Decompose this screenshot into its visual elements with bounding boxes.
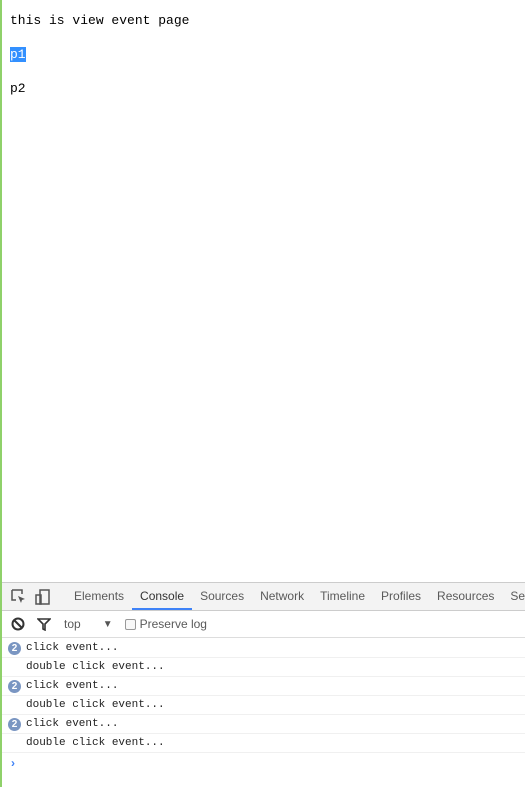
message-text: double click event... bbox=[26, 661, 165, 673]
page-heading: this is view event page bbox=[10, 13, 190, 28]
inspect-element-icon[interactable] bbox=[11, 589, 26, 605]
repeat-count-badge: 2 bbox=[8, 642, 21, 655]
device-mode-icon[interactable] bbox=[35, 588, 50, 605]
paragraph-p2[interactable]: p2 bbox=[10, 80, 189, 97]
tab-network[interactable]: Network bbox=[252, 583, 312, 610]
message-text: click event... bbox=[26, 680, 119, 692]
message-text: double click event... bbox=[26, 737, 165, 749]
console-message: double click event... bbox=[2, 734, 525, 753]
paragraph-p1[interactable]: p1 bbox=[10, 46, 189, 63]
tab-profiles[interactable]: Profiles bbox=[373, 583, 429, 610]
console-message: 2 click event... bbox=[2, 677, 525, 696]
tab-resources[interactable]: Resources bbox=[429, 583, 502, 610]
tab-sources[interactable]: Sources bbox=[192, 583, 252, 610]
tab-elements[interactable]: Elements bbox=[66, 583, 132, 610]
console-message: 2 click event... bbox=[2, 639, 525, 658]
devtools-tab-bar: Elements Console Sources Network Timelin… bbox=[2, 583, 525, 611]
repeat-count-badge: 2 bbox=[8, 718, 21, 731]
message-text: click event... bbox=[26, 718, 119, 730]
tab-timeline[interactable]: Timeline bbox=[312, 583, 373, 610]
filter-icon[interactable] bbox=[36, 616, 52, 632]
chevron-down-icon[interactable]: ▼ bbox=[103, 619, 113, 630]
console-message: double click event... bbox=[2, 696, 525, 715]
console-message: double click event... bbox=[2, 658, 525, 677]
repeat-count-badge: 2 bbox=[8, 680, 21, 693]
message-text: double click event... bbox=[26, 699, 165, 711]
devtools-panel: Elements Console Sources Network Timelin… bbox=[2, 582, 525, 787]
clear-console-icon[interactable] bbox=[10, 616, 26, 632]
console-toolbar: top ▼ Preserve log bbox=[2, 611, 525, 638]
context-select[interactable]: top bbox=[64, 617, 81, 631]
tab-console[interactable]: Console bbox=[132, 583, 193, 610]
page-content: this is view event page p1 p2 bbox=[10, 12, 189, 114]
preserve-log-label[interactable]: Preserve log bbox=[140, 617, 207, 631]
tab-security[interactable]: Sec bbox=[502, 583, 525, 610]
console-message: 2 click event... bbox=[2, 715, 525, 734]
message-text: click event... bbox=[26, 642, 119, 654]
preserve-log-checkbox[interactable] bbox=[124, 618, 136, 630]
selected-text[interactable]: p1 bbox=[10, 47, 26, 62]
console-prompt[interactable]: › bbox=[2, 753, 525, 773]
console-messages: 2 click event... double click event... 2c… bbox=[2, 638, 525, 773]
